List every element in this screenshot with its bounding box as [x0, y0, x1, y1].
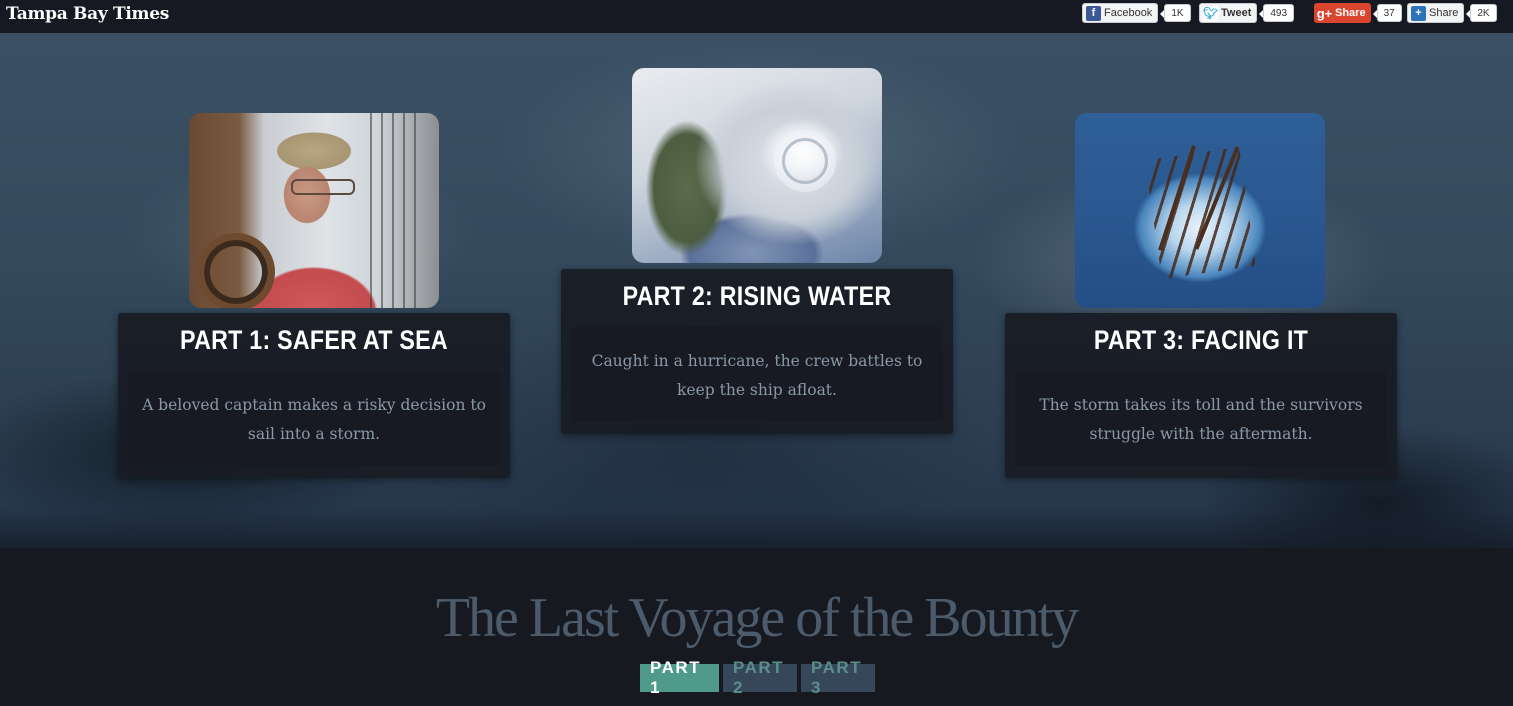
part-3-description: The storm takes its toll and the survivo…	[1015, 371, 1387, 466]
part-3-title[interactable]: PART 3: FACING IT	[1032, 325, 1369, 356]
ship-wheel-shape	[197, 233, 275, 308]
captain-photo[interactable]	[189, 113, 439, 308]
nav-part-1[interactable]: PART 1	[640, 658, 719, 697]
site-logo[interactable]: Tampa Bay Times	[6, 4, 169, 24]
part-1-title[interactable]: PART 1: SAFER AT SEA	[145, 325, 482, 356]
top-bar: Tampa Bay Times f Facebook 1K 🐦︎ Tweet 4…	[0, 0, 1513, 33]
part-1-description: A beloved captain makes a risky decision…	[128, 371, 500, 466]
share-count: 2K	[1466, 4, 1497, 22]
gplus-share-group: g+ Share 37	[1314, 3, 1402, 23]
nav-part-2[interactable]: PART 2	[723, 658, 797, 697]
share-label: Share	[1429, 7, 1459, 19]
tweet-button[interactable]: 🐦︎ Tweet	[1199, 3, 1258, 23]
part-1-card[interactable]: PART 1: SAFER AT SEA A beloved captain m…	[118, 113, 510, 478]
facebook-label: Facebook	[1104, 7, 1153, 19]
gplus-share-button[interactable]: g+ Share	[1314, 3, 1371, 23]
plus-share-icon: +	[1411, 5, 1426, 21]
part-2-title[interactable]: PART 2: RISING WATER	[588, 281, 925, 312]
part-2-description: Caught in a hurricane, the crew battles …	[571, 327, 943, 422]
tweet-count: 493	[1259, 4, 1295, 22]
part-navigation: PART 1 PART 2 PART 3	[640, 658, 875, 697]
facebook-icon: f	[1086, 5, 1101, 21]
glasses-shape	[291, 179, 355, 195]
hero-watercolor-background: PART 1: SAFER AT SEA A beloved captain m…	[0, 33, 1513, 548]
facebook-count: 1K	[1160, 4, 1191, 22]
story-footer: The Last Voyage of the Bounty PART 1 PAR…	[0, 548, 1513, 706]
twitter-bird-icon: 🐦︎	[1202, 5, 1219, 21]
hurricane-eye-shape	[782, 138, 828, 184]
ship-hull-shape	[1145, 146, 1256, 280]
story-title: The Last Voyage of the Bounty	[435, 587, 1079, 649]
facebook-share-button[interactable]: f Facebook	[1082, 3, 1159, 23]
hurricane-satellite-photo[interactable]	[632, 68, 882, 263]
facebook-share-group: f Facebook 1K	[1082, 3, 1191, 23]
gplus-label: Share	[1335, 7, 1366, 19]
gplus-icon: g+	[1316, 5, 1333, 21]
share-button[interactable]: + Share	[1407, 3, 1465, 23]
twitter-share-group: 🐦︎ Tweet 493	[1199, 3, 1295, 23]
part-1-panel: PART 1: SAFER AT SEA A beloved captain m…	[118, 313, 510, 478]
nav-part-3[interactable]: PART 3	[801, 658, 875, 697]
part-3-panel: PART 3: FACING IT The storm takes its to…	[1005, 313, 1397, 478]
gplus-count: 37	[1372, 4, 1402, 22]
part-3-card[interactable]: PART 3: FACING IT The storm takes its to…	[1005, 113, 1397, 478]
addthis-share-group: + Share 2K	[1407, 3, 1497, 23]
part-2-panel: PART 2: RISING WATER Caught in a hurrica…	[561, 269, 953, 434]
rigging-shape	[361, 113, 421, 308]
tweet-label: Tweet	[1221, 7, 1252, 19]
part-2-card[interactable]: PART 2: RISING WATER Caught in a hurrica…	[561, 68, 953, 434]
sinking-ship-photo[interactable]	[1075, 113, 1325, 308]
